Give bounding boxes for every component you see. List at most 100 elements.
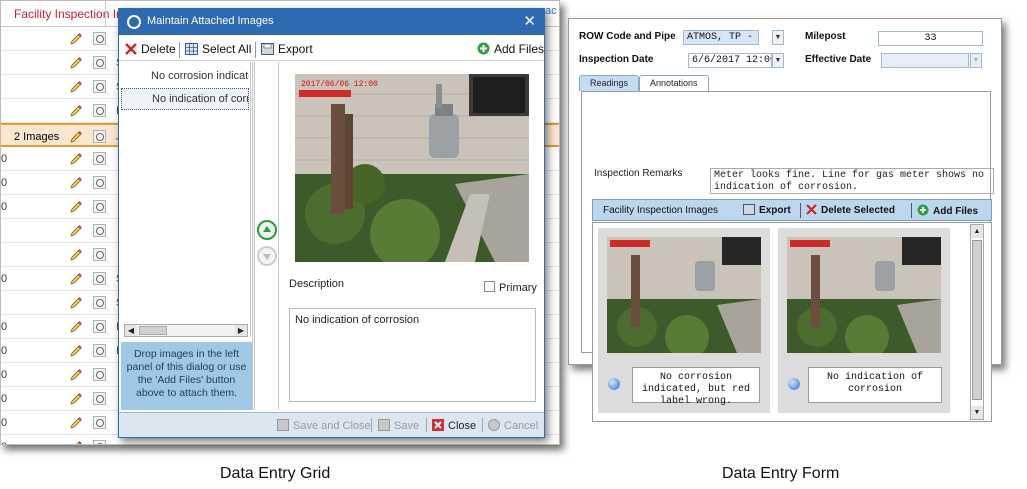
image-card[interactable]: No corrosion indicated, but red label wr… [598, 228, 770, 413]
scroll-right-icon[interactable]: ▶ [235, 325, 247, 336]
add-files-button[interactable]: Add Files [477, 42, 544, 58]
move-up-icon[interactable] [257, 220, 277, 240]
description-textarea[interactable]: No indication of corrosion [289, 308, 536, 402]
images-export-button[interactable]: Export [743, 204, 791, 216]
dialog-title-bar[interactable]: Maintain Attached Images ✕ [119, 9, 544, 35]
image-thumbnail[interactable] [787, 237, 941, 353]
edit-pencil-icon[interactable] [69, 80, 83, 94]
effective-date-input[interactable] [881, 53, 969, 68]
tab-annotations[interactable]: Annotations [639, 75, 709, 91]
grid-header-right-column[interactable]: ac [545, 5, 557, 17]
edit-pencil-icon[interactable] [69, 248, 83, 262]
image-list-item[interactable]: No corrosion indicated [121, 66, 249, 88]
view-magnifier-icon[interactable] [93, 32, 106, 45]
edit-pencil-icon[interactable] [69, 56, 83, 70]
panel-splitter[interactable] [252, 62, 255, 410]
select-radio-icon[interactable] [608, 378, 620, 390]
add-plus-icon [917, 204, 929, 216]
close-button[interactable]: Close [432, 419, 476, 432]
select-radio-icon[interactable] [788, 378, 800, 390]
delete-x-icon [125, 43, 137, 55]
delete-selected-button[interactable]: Delete Selected [806, 204, 895, 216]
view-magnifier-icon[interactable] [93, 224, 106, 237]
view-magnifier-icon[interactable] [93, 344, 106, 357]
view-magnifier-icon[interactable] [93, 272, 106, 285]
save-and-close-button[interactable]: Save and Close [277, 419, 371, 432]
edit-pencil-icon[interactable] [69, 416, 83, 430]
close-icon[interactable]: ✕ [523, 12, 536, 30]
close-red-icon [432, 419, 444, 431]
edit-pencil-icon[interactable] [69, 104, 83, 118]
move-down-icon[interactable] [257, 246, 277, 266]
edit-pencil-icon[interactable] [69, 224, 83, 238]
images-section-label: Facility Inspection Images [603, 205, 719, 216]
primary-checkbox-box[interactable] [484, 281, 495, 292]
delete-x-icon [806, 204, 817, 215]
effective-date-dropdown-icon[interactable]: ▼ [970, 53, 982, 68]
select-all-label: Select All [202, 42, 252, 56]
images-add-files-button[interactable]: Add Files [917, 204, 978, 217]
milepost-label: Milepost [805, 31, 846, 42]
scroll-thumb[interactable] [972, 240, 982, 400]
edit-pencil-icon[interactable] [69, 296, 83, 310]
edit-pencil-icon[interactable] [69, 32, 83, 46]
view-magnifier-icon[interactable] [93, 248, 106, 261]
milepost-input[interactable]: 33 [878, 31, 983, 46]
edit-pencil-icon[interactable] [69, 130, 83, 144]
row-image-count: 0 [1, 369, 8, 381]
view-magnifier-icon[interactable] [93, 152, 106, 165]
images-export-label: Export [759, 205, 791, 216]
image-list-item-selected[interactable]: No indication of corrosion [121, 88, 249, 110]
scroll-thumb[interactable] [139, 326, 167, 335]
view-magnifier-icon[interactable] [93, 440, 106, 444]
row-code-label: ROW Code and Pipe [579, 31, 676, 42]
select-all-button[interactable]: Select All [185, 42, 251, 58]
export-button[interactable]: Export [261, 42, 313, 58]
view-magnifier-icon[interactable] [93, 104, 106, 117]
description-label: Description [289, 278, 345, 290]
view-magnifier-icon[interactable] [93, 176, 106, 189]
edit-pencil-icon[interactable] [69, 320, 83, 334]
edit-pencil-icon[interactable] [69, 176, 83, 190]
save-button[interactable]: Save [378, 419, 419, 432]
view-magnifier-icon[interactable] [93, 56, 106, 69]
tab-readings[interactable]: Readings [579, 75, 640, 91]
save-icon [378, 419, 390, 431]
cancel-button[interactable]: Cancel [488, 419, 538, 432]
edit-pencil-icon[interactable] [69, 344, 83, 358]
dialog-title: Maintain Attached Images [147, 15, 274, 27]
scroll-down-icon[interactable]: ▼ [971, 406, 983, 419]
view-magnifier-icon[interactable] [93, 200, 106, 213]
image-caption[interactable]: No indication of corrosion [808, 367, 942, 403]
image-list-scrollbar[interactable]: ◀ ▶ [124, 324, 248, 337]
inspection-remarks-input[interactable]: Meter looks fine. Line for gas meter sho… [710, 168, 994, 194]
view-magnifier-icon[interactable] [93, 320, 106, 333]
edit-pencil-icon[interactable] [69, 440, 83, 445]
image-card[interactable]: No indication of corrosion [778, 228, 950, 413]
image-thumbnail[interactable] [607, 237, 761, 353]
edit-pencil-icon[interactable] [69, 368, 83, 382]
image-list-panel[interactable]: No corrosion indicated No indication of … [121, 62, 251, 337]
row-image-count: 0 [1, 417, 8, 429]
view-magnifier-icon[interactable] [93, 130, 106, 143]
caption-data-entry-form: Data Entry Form [722, 465, 840, 482]
delete-button[interactable]: Delete [125, 42, 176, 58]
view-magnifier-icon[interactable] [93, 80, 106, 93]
edit-pencil-icon[interactable] [69, 200, 83, 214]
edit-pencil-icon[interactable] [69, 272, 83, 286]
gallery-scrollbar[interactable]: ▲ ▼ [970, 224, 984, 420]
edit-pencil-icon[interactable] [69, 152, 83, 166]
view-magnifier-icon[interactable] [93, 368, 106, 381]
primary-checkbox[interactable]: Primary [484, 281, 537, 294]
row-code-select[interactable]: ATMOS, TP - 1 [683, 30, 759, 45]
scroll-up-icon[interactable]: ▲ [971, 225, 983, 238]
image-caption[interactable]: No corrosion indicated, but red label wr… [632, 367, 760, 407]
scroll-left-icon[interactable]: ◀ [125, 325, 137, 336]
view-magnifier-icon[interactable] [93, 296, 106, 309]
inspection-date-input[interactable]: 6/6/2017 12:00:00 / [688, 53, 772, 68]
view-magnifier-icon[interactable] [93, 416, 106, 429]
row-code-dropdown-icon[interactable]: ▼ [772, 30, 784, 45]
edit-pencil-icon[interactable] [69, 392, 83, 406]
view-magnifier-icon[interactable] [93, 392, 106, 405]
date-dropdown-icon[interactable]: ▼ [772, 53, 784, 68]
